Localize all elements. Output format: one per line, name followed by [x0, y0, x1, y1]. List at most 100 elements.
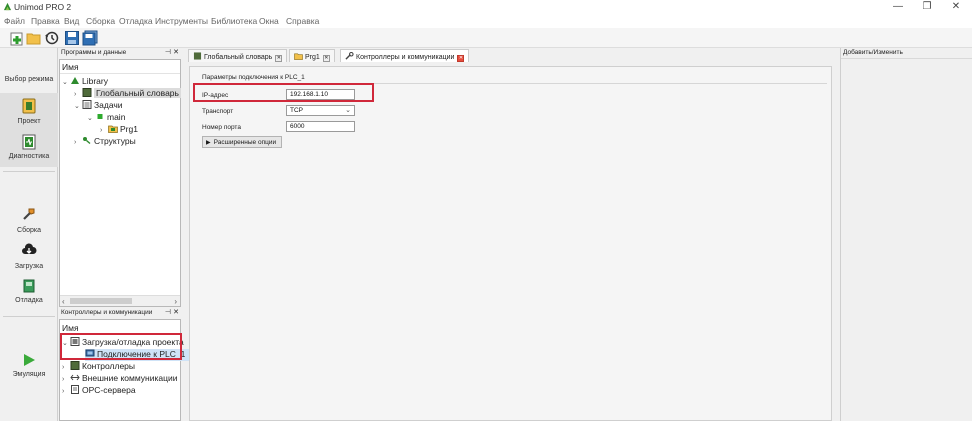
controllers-icon: [70, 361, 80, 370]
close-icon[interactable]: ✕: [457, 55, 465, 62]
tree-item-opc-servers[interactable]: › OPC-сервера: [62, 385, 136, 397]
menu-help[interactable]: Справка: [286, 16, 319, 26]
library-icon: [71, 77, 79, 84]
chevron-right-icon[interactable]: ›: [100, 127, 108, 134]
rail-divider: [3, 171, 55, 172]
column-header-name: Имя: [62, 62, 79, 72]
tree-item-main[interactable]: ⌄ main: [87, 112, 125, 124]
rail-label-debug: Отладка: [15, 297, 43, 304]
menu-view[interactable]: Вид: [64, 16, 79, 26]
tree-item-label: OPC-сервера: [82, 385, 136, 395]
rail-label-build: Сборка: [17, 227, 41, 234]
controllers-tree: Имя ⌄ Загрузка/отладка проекта Подключени…: [59, 319, 190, 421]
save-all-icon[interactable]: [82, 30, 98, 46]
menu-file[interactable]: Файл: [4, 16, 25, 26]
close-icon[interactable]: ✕: [322, 55, 330, 62]
play-icon: [24, 354, 35, 366]
tree-item-plc-connection[interactable]: Подключение к PLC_1: [85, 349, 190, 361]
menu-library[interactable]: Библиотека: [211, 16, 257, 26]
expand-arrow-icon: ▶: [206, 140, 211, 146]
chevron-right-icon[interactable]: ›: [74, 139, 82, 146]
save-icon[interactable]: [64, 30, 80, 46]
open-folder-icon[interactable]: [26, 30, 42, 46]
tree-item-library[interactable]: ⌄ Library: [62, 76, 108, 88]
tab-label: Prg1: [305, 54, 320, 61]
advanced-options-label: Расширенные опции: [213, 139, 277, 146]
menu-tools[interactable]: Инструменты: [155, 16, 208, 26]
add-edit-title: Добавить/Изменить: [843, 49, 903, 56]
tree-item-global-dictionary[interactable]: › Глобальный словарь: [74, 88, 181, 100]
tree-item-prg1[interactable]: › Prg1: [100, 124, 138, 136]
close-icon[interactable]: ✕: [275, 55, 283, 62]
chevron-right-icon[interactable]: ›: [74, 91, 82, 98]
programs-panel-header: Программы и данные ⊣ ✕: [59, 48, 181, 58]
close-button[interactable]: ✕: [941, 0, 971, 14]
chevron-down-icon[interactable]: ⌄: [74, 102, 82, 110]
tree-item-tasks[interactable]: ⌄ Задачи: [74, 100, 123, 112]
program-icon: [294, 53, 303, 60]
port-label: Номер порта: [202, 124, 241, 131]
scrollbar-thumb[interactable]: [70, 298, 132, 304]
download-icon: [22, 243, 37, 254]
chevron-down-icon[interactable]: ⌄: [345, 106, 351, 114]
tab-global-dictionary[interactable]: Глобальный словарь ✕: [188, 49, 288, 62]
tree-item-external-comms[interactable]: › Внешние коммуникации: [62, 373, 177, 385]
column-header-name: Имя: [62, 323, 79, 333]
dictionary-icon: [82, 88, 92, 97]
menu-edit[interactable]: Правка: [31, 16, 60, 26]
close-icon[interactable]: ✕: [173, 48, 179, 56]
section-title: Параметры подключения к PLC_1: [202, 74, 305, 81]
transport-label: Транспорт: [202, 108, 234, 115]
toolbar: [0, 28, 972, 48]
rail-label-emulation: Эмуляция: [12, 371, 46, 378]
tree-item-label: Подключение к PLC_1: [97, 349, 186, 359]
ip-address-input[interactable]: [286, 89, 355, 100]
pin-icon[interactable]: ⊣: [165, 48, 171, 56]
tree-item-label: Глобальный словарь: [94, 88, 181, 98]
menu-debug[interactable]: Отладка: [119, 16, 153, 26]
connection-settings-panel: Параметры подключения к PLC_1 IP-адрес Т…: [189, 66, 832, 421]
tree-item-project-load-debug[interactable]: ⌄ Загрузка/отладка проекта: [62, 337, 184, 349]
chevron-right-icon[interactable]: ›: [62, 364, 70, 371]
tree-item-controllers[interactable]: › Контроллеры: [62, 361, 135, 373]
scroll-left-icon[interactable]: ‹: [62, 297, 65, 306]
rail-divider: [3, 316, 55, 317]
project-load-icon: [70, 337, 80, 346]
tree-item-label: main: [107, 112, 126, 122]
tab-prg1[interactable]: Prg1 ✕: [289, 49, 335, 62]
port-input[interactable]: [286, 121, 355, 132]
advanced-options-button[interactable]: ▶ Расширенные опции: [202, 136, 282, 148]
tree-item-label: Загрузка/отладка проекта: [82, 337, 184, 347]
transport-select[interactable]: TCP ⌄: [286, 105, 355, 116]
chevron-down-icon[interactable]: ⌄: [87, 114, 95, 122]
tree-item-label: Структуры: [94, 136, 136, 146]
controllers-panel-title: Контроллеры и коммуникации: [61, 309, 153, 316]
menu-build[interactable]: Сборка: [86, 16, 115, 26]
chevron-right-icon[interactable]: ›: [62, 376, 70, 383]
rail-label-download: Загрузка: [14, 263, 44, 270]
pin-icon[interactable]: ⊣: [165, 308, 171, 316]
tab-bar: Глобальный словарь ✕ Prg1 ✕ Контроллеры и …: [181, 48, 839, 62]
task-icon: [97, 114, 103, 119]
maximize-button[interactable]: ❐: [912, 0, 942, 14]
horizontal-scrollbar[interactable]: ‹ ›: [60, 295, 180, 306]
minimize-button[interactable]: —: [883, 0, 913, 14]
tab-controllers-comms[interactable]: Контроллеры и коммуникации ✕: [340, 49, 470, 62]
program-icon: [108, 125, 118, 133]
menu-windows[interactable]: Окна: [259, 16, 279, 26]
chevron-down-icon[interactable]: ⌄: [62, 339, 70, 347]
programs-panel-title: Программы и данные: [61, 49, 127, 56]
opc-server-icon: [71, 385, 79, 394]
chevron-down-icon[interactable]: ⌄: [62, 78, 70, 86]
scroll-right-icon[interactable]: ›: [174, 297, 177, 306]
tree-item-structures[interactable]: › Структуры: [74, 136, 136, 148]
connection-icon: [85, 349, 95, 357]
new-icon[interactable]: [9, 30, 25, 46]
history-icon[interactable]: [44, 30, 60, 46]
debug-icon: [23, 279, 35, 293]
add-edit-panel: Добавить/Изменить: [840, 48, 972, 421]
close-icon[interactable]: ✕: [173, 308, 179, 316]
chevron-right-icon[interactable]: ›: [62, 388, 70, 395]
tree-item-label: Library: [82, 76, 108, 86]
tab-label: Контроллеры и коммуникации: [356, 54, 455, 61]
